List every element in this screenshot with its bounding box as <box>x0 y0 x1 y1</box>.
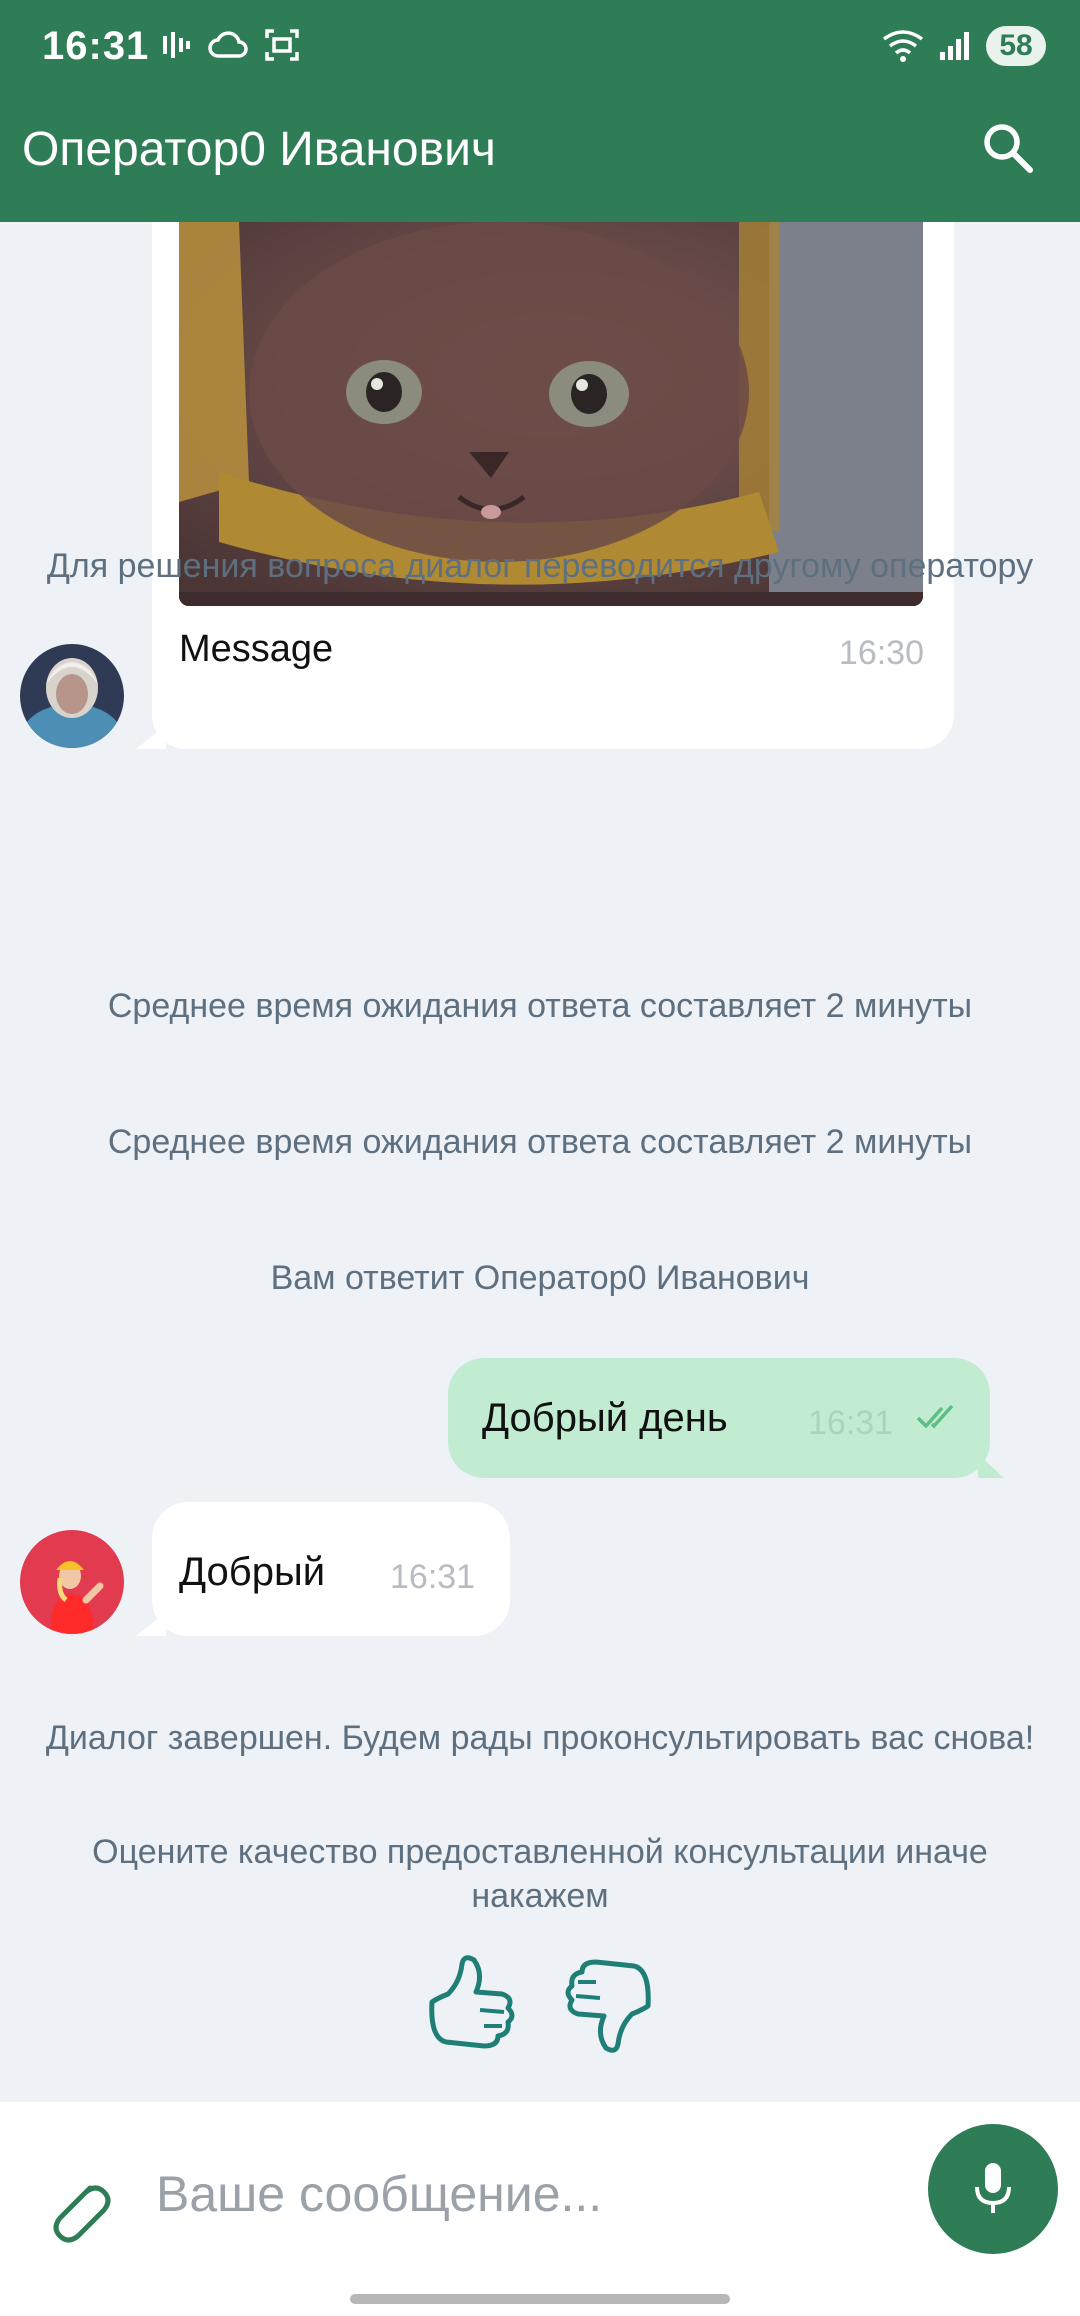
paperclip-icon[interactable] <box>46 2174 112 2246</box>
image-message-bubble[interactable]: Message 16:30 <box>152 222 954 749</box>
system-message-wait-time-1: Среднее время ожидания ответа составляет… <box>107 987 973 1025</box>
message-time: 16:31 <box>390 1558 476 1596</box>
app-header: 16:31 58 Оператор0 Иванович <box>0 0 1080 222</box>
rating-prompt: Оцените качество предоставленной консуль… <box>92 1833 988 1915</box>
status-icons-left <box>158 28 300 62</box>
system-message-transfer: Для решения вопроса диалог переводится д… <box>46 547 1034 585</box>
vibrate-icon <box>163 32 190 58</box>
status-icons-right: 58 <box>882 26 1046 66</box>
thumbs-up-icon[interactable] <box>424 1952 520 2056</box>
incoming-message-bubble[interactable]: Добрый 16:31 <box>152 1502 510 1636</box>
operator-avatar-1[interactable] <box>20 644 124 748</box>
cloud-icon <box>208 31 248 58</box>
message-time: 16:30 <box>838 634 924 672</box>
microphone-icon <box>975 2163 1011 2213</box>
wifi-icon <box>882 30 924 62</box>
rating-buttons <box>0 1952 1080 2062</box>
page-title: Оператор0 Иванович <box>22 123 496 176</box>
system-message-wait-time-2: Среднее время ожидания ответа составляет… <box>107 1123 973 1161</box>
search-icon[interactable] <box>978 118 1038 178</box>
double-check-icon <box>916 1404 954 1429</box>
battery-indicator: 58 <box>986 26 1046 66</box>
home-indicator[interactable] <box>350 2294 730 2304</box>
outgoing-message-text: Добрый день <box>482 1396 728 1440</box>
image-caption: Message <box>179 628 334 670</box>
thumbs-down-icon[interactable] <box>560 1952 656 2056</box>
outgoing-message-bubble[interactable]: Добрый день 16:31 <box>448 1358 990 1478</box>
message-composer <box>0 2102 1080 2316</box>
status-time: 16:31 <box>42 24 150 68</box>
system-message-dialog-finished: Диалог завершен. Будем рады проконсульти… <box>45 1719 1035 1757</box>
incoming-message-text: Добрый <box>179 1550 326 1594</box>
message-input[interactable] <box>156 2154 896 2234</box>
screenshot-icon <box>265 29 299 61</box>
system-message-operator-assigned: Вам ответит Оператор0 Иванович <box>270 1259 810 1297</box>
chat-area[interactable]: Message 16:30 Для решения вопроса диалог… <box>0 222 1080 2102</box>
signal-icon <box>940 32 969 60</box>
status-bar: 16:31 58 <box>0 0 1080 96</box>
message-time: 16:31 <box>808 1404 894 1442</box>
operator-avatar-2[interactable] <box>20 1530 124 1634</box>
microphone-button[interactable] <box>928 2124 1058 2254</box>
